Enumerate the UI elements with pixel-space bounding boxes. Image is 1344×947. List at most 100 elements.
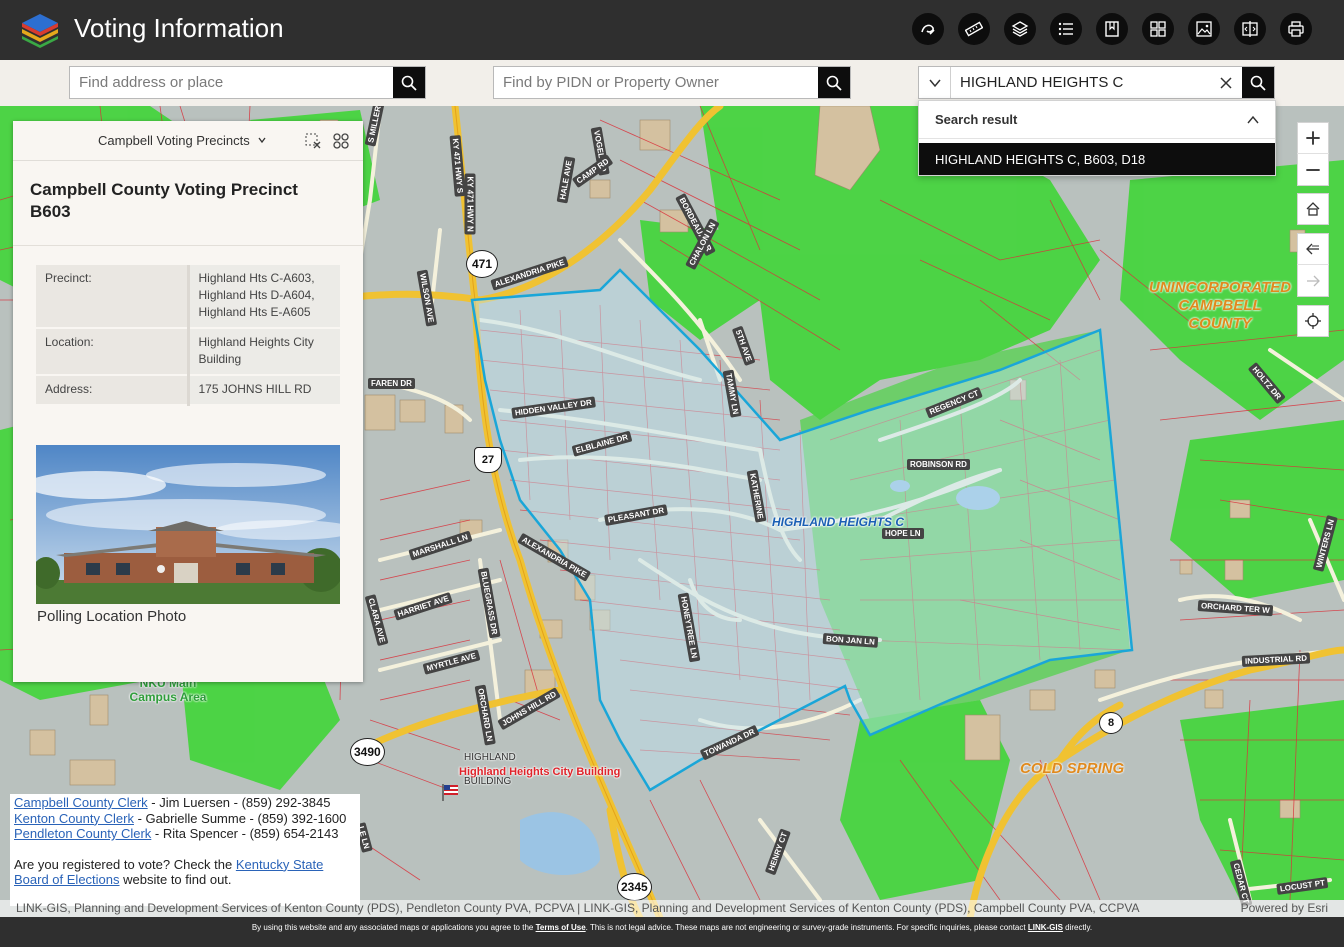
road-label: ROBINSON RD	[907, 459, 970, 470]
route-shield: 2345	[617, 873, 652, 901]
address-search	[69, 66, 426, 99]
map-attribution[interactable]: LINK-GIS, Planning and Development Servi…	[0, 900, 1344, 917]
search-icon	[401, 75, 417, 91]
header-toolbar	[912, 13, 1312, 45]
zoom-controls	[1297, 122, 1329, 186]
powered-by-esri[interactable]: Powered by Esri	[1241, 900, 1328, 917]
legend-list-icon	[1058, 22, 1073, 36]
swipe-compare-button[interactable]	[1234, 13, 1266, 45]
terms-of-use-link[interactable]: Terms of Use	[536, 923, 586, 932]
chevron-up-icon	[1247, 115, 1259, 123]
search-results-title: Search result	[935, 112, 1018, 127]
crosshair-icon	[1305, 313, 1321, 329]
chevron-down-icon	[258, 137, 266, 144]
table-row: Location: Highland Heights City Building	[36, 328, 340, 376]
search-results-dropdown: Search result HIGHLAND HEIGHTS C, B603, …	[918, 100, 1276, 176]
pidn-search-input[interactable]	[494, 67, 818, 98]
precinct-search-input[interactable]	[951, 67, 1210, 98]
polling-building-image	[36, 445, 340, 604]
image-export-button[interactable]	[1188, 13, 1220, 45]
precinct-label: HIGHLAND HEIGHTS C	[772, 515, 904, 529]
minus-icon	[1306, 168, 1320, 171]
previous-extent-button[interactable]	[1297, 234, 1329, 266]
panel-divider	[13, 245, 363, 246]
arrow-right-icon	[1307, 275, 1320, 286]
attribute-key: Location:	[36, 328, 190, 376]
route-shield: 3490	[350, 738, 385, 766]
attribute-value: 175 JOHNS HILL RD	[188, 375, 340, 406]
locate-button[interactable]	[1297, 305, 1329, 337]
print-icon	[1288, 21, 1304, 37]
road-label: HOPE LN	[882, 528, 924, 539]
table-row: Address: 175 JOHNS HILL RD	[36, 375, 340, 406]
pendleton-clerk-link[interactable]: Pendleton County Clerk	[14, 826, 151, 841]
next-extent-button[interactable]	[1297, 265, 1329, 296]
app-root: Voting Information Find address or place…	[0, 0, 1344, 947]
extent-navigation	[1297, 233, 1329, 297]
table-row: Precinct: Highland Hts C-A603, Highland …	[36, 265, 340, 329]
basemap-gallery-icon	[1150, 21, 1166, 37]
layers-button[interactable]	[1004, 13, 1036, 45]
attribute-table: Precinct: Highland Hts C-A603, Highland …	[36, 265, 340, 406]
disclaimer-footer: By using this website and any associated…	[0, 917, 1344, 947]
legend-button[interactable]	[1050, 13, 1082, 45]
search-source-dropdown[interactable]	[919, 67, 951, 98]
close-icon	[1220, 76, 1232, 89]
road-label: FAREN DR	[368, 378, 415, 389]
bookmark-icon	[1105, 21, 1119, 37]
search-icon	[826, 75, 842, 91]
measure-button[interactable]	[958, 13, 990, 45]
layer-select[interactable]: Campbell Voting Precincts	[98, 133, 267, 148]
road-label: KY 471 HWY N	[464, 173, 476, 235]
route-shield: 8	[1099, 712, 1123, 734]
register-notice: Are you registered to vote? Check the Ke…	[14, 856, 324, 888]
image-export-icon	[1196, 21, 1212, 37]
zoom-out-button[interactable]	[1297, 154, 1329, 185]
app-header: Voting Information	[0, 0, 1344, 60]
link-gis-contact-link[interactable]: LINK-GIS	[1028, 923, 1063, 932]
clerk-entry: Kenton County Clerk - Gabrielle Summe - …	[14, 810, 347, 826]
print-button[interactable]	[1280, 13, 1312, 45]
address-search-button[interactable]	[393, 67, 425, 98]
sketch-button[interactable]	[912, 13, 944, 45]
app-title: Voting Information	[74, 13, 284, 43]
precinct-search-button[interactable]	[1242, 67, 1274, 98]
kenton-clerk-link[interactable]: Kenton County Clerk	[14, 811, 134, 826]
address-search-input[interactable]	[70, 67, 393, 98]
home-icon	[1306, 202, 1320, 216]
swipe-compare-icon	[1242, 21, 1258, 37]
attribute-value: Highland Heights City Building	[188, 328, 340, 376]
search-results-header[interactable]: Search result	[919, 101, 1275, 139]
polling-location-photo[interactable]	[36, 445, 340, 604]
home-button[interactable]	[1297, 193, 1329, 225]
basemap-gallery-button[interactable]	[1142, 13, 1174, 45]
zoom-in-button[interactable]	[1297, 123, 1329, 155]
sketch-icon	[921, 24, 935, 35]
photo-caption: Polling Location Photo	[37, 608, 187, 625]
grid-view-icon[interactable]	[332, 132, 350, 150]
attribute-value: Highland Hts C-A603, Highland Hts D-A604…	[188, 265, 340, 329]
precinct-search	[918, 66, 1275, 99]
attribute-key: Precinct:	[36, 265, 190, 329]
cold-spring-label: COLD SPRING	[1020, 760, 1125, 777]
unincorporated-label: UNINCORPORATED CAMPBELL COUNTY	[1148, 279, 1292, 332]
panel-title: Campbell County Voting Precinct B603	[30, 180, 298, 221]
clerk-contacts: Campbell County Clerk - Jim Luersen - (8…	[10, 794, 360, 906]
layers-icon	[1011, 21, 1029, 37]
clerk-entry: Pendleton County Clerk - Rita Spencer - …	[14, 826, 339, 841]
search-icon	[1250, 75, 1266, 91]
route-shield: 471	[466, 250, 498, 278]
bookmark-button[interactable]	[1096, 13, 1128, 45]
chevron-down-icon	[928, 79, 941, 87]
clear-search-button[interactable]	[1210, 67, 1242, 98]
pidn-search-button[interactable]	[818, 67, 850, 98]
panel-toolbar: Campbell Voting Precincts	[13, 121, 363, 161]
clerk-entry: Campbell County Clerk - Jim Luersen - (8…	[14, 795, 331, 810]
clear-selection-icon[interactable]	[305, 133, 321, 149]
measure-icon	[965, 21, 983, 37]
campbell-clerk-link[interactable]: Campbell County Clerk	[14, 795, 148, 810]
pidn-search	[493, 66, 851, 99]
search-result-item[interactable]: HIGHLAND HEIGHTS C, B603, D18	[919, 143, 1275, 175]
layer-select-label: Campbell Voting Precincts	[98, 133, 250, 148]
building-label: BUILDING	[464, 776, 512, 787]
